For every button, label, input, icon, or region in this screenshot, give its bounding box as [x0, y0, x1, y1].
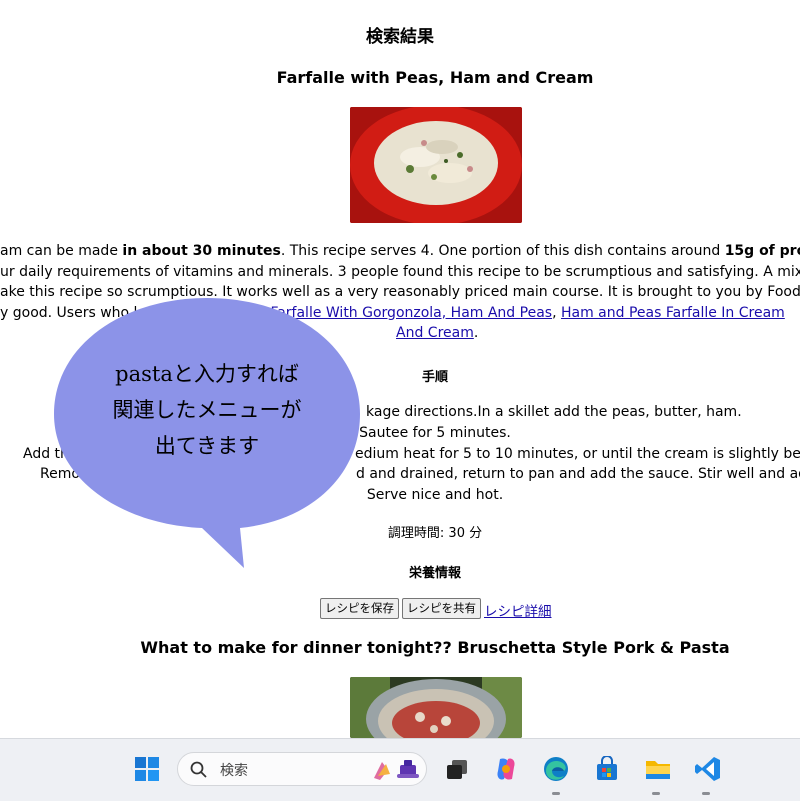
desc-bold-protein: 15g of protein	[724, 243, 800, 259]
active-indicator	[702, 792, 710, 795]
taskbar: 検索	[0, 738, 800, 801]
copilot-icon[interactable]	[490, 753, 522, 785]
active-indicator	[652, 792, 660, 795]
similar-recipe-link-2[interactable]: Ham and Peas Farfalle In Cream	[561, 305, 785, 321]
bubble-line-2: 関連したメニューが	[112, 398, 302, 422]
speech-bubble-text: pastaと入力すれば 関連したメニューが 出てきます	[52, 356, 362, 464]
step-line-4: d and drained, return to pan and add the…	[356, 466, 800, 482]
desc-text: am can be made	[0, 243, 123, 259]
store-icon[interactable]	[591, 753, 623, 785]
task-view-icon[interactable]	[441, 753, 473, 785]
bruschetta-photo-art	[350, 677, 522, 738]
active-indicator	[552, 792, 560, 795]
recipe2-title[interactable]: What to make for dinner tonight?? Brusch…	[0, 638, 800, 657]
edge-icon[interactable]	[540, 753, 572, 785]
recipe-photo	[350, 107, 522, 223]
page-heading: 検索結果	[366, 27, 434, 47]
similar-recipe-link-2-cont[interactable]: And Cream	[396, 325, 474, 341]
farfalle-photo-art	[350, 107, 522, 223]
description-line-1: am can be made in about 30 minutes. This…	[0, 241, 800, 262]
taskbar-search[interactable]: 検索	[177, 752, 427, 786]
desc-bold-time: in about 30 minutes	[122, 243, 281, 259]
step-line-1: kage directions.In a skillet add the pea…	[366, 404, 742, 420]
widgets-icon[interactable]	[368, 756, 422, 784]
bubble-line-1: pastaと入力すれば	[115, 362, 299, 386]
save-recipe-button[interactable]: レシピを保存	[320, 598, 399, 619]
step-line-3: edium heat for 5 to 10 minutes, or until…	[355, 446, 800, 462]
recipe-detail-link[interactable]: レシピ詳細	[484, 600, 552, 620]
browser-viewport: 検索結果 Farfalle with Peas, Ham and Cream a…	[0, 0, 800, 738]
recipe2-photo	[350, 677, 522, 738]
search-placeholder: 検索	[220, 763, 248, 779]
share-recipe-button[interactable]: レシピを共有	[402, 598, 481, 619]
windows-start-icon[interactable]	[131, 753, 163, 785]
vscode-icon[interactable]	[692, 753, 724, 785]
desc-text: .	[473, 325, 479, 341]
search-icon	[190, 761, 207, 778]
description-line-5: And Cream.	[396, 323, 478, 344]
description-line-2: ur daily requirements of vitamins and mi…	[0, 263, 800, 280]
desc-text: ,	[552, 304, 561, 321]
desc-text: . This recipe serves 4. One portion of t…	[280, 243, 725, 259]
file-explorer-icon[interactable]	[642, 753, 674, 785]
bubble-line-3: 出てきます	[154, 434, 260, 458]
recipe-title[interactable]: Farfalle with Peas, Ham and Cream	[0, 68, 800, 87]
